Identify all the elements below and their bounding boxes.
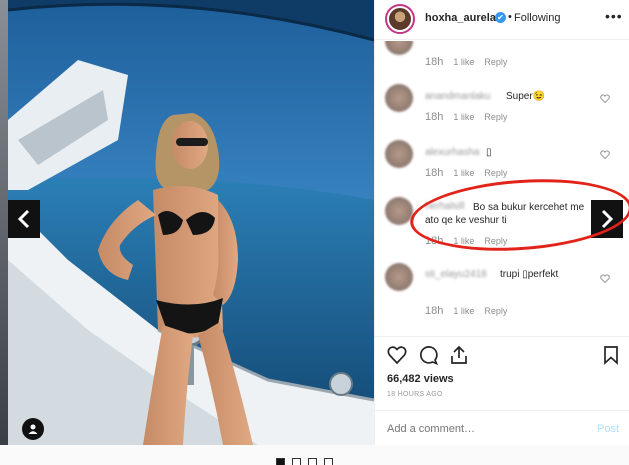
commenter-avatar[interactable] <box>385 140 413 168</box>
commenter-name[interactable]: alexurhasha <box>425 147 479 158</box>
username-link[interactable]: hoxha_aurela <box>425 12 496 24</box>
comment-likes[interactable]: 1 like <box>453 112 474 122</box>
add-comment-bar: Post <box>375 410 629 445</box>
comment-likes[interactable]: 1 like <box>453 306 474 316</box>
comment-input[interactable] <box>387 423 577 435</box>
view-count[interactable]: 66,482 views <box>387 373 454 385</box>
commenter-avatar[interactable] <box>385 263 413 291</box>
reply-link[interactable]: Reply <box>484 57 507 67</box>
following-button[interactable]: Following <box>514 12 560 24</box>
reply-link[interactable]: Reply <box>484 306 507 316</box>
comment-text: ▯ <box>486 147 492 158</box>
carousel-dot[interactable] <box>308 458 317 465</box>
reply-link[interactable]: Reply <box>484 168 507 178</box>
commenter-avatar[interactable] <box>385 84 413 112</box>
commenter-name[interactable]: anandmanlaku <box>425 91 491 102</box>
person-icon <box>28 424 38 434</box>
comment-text: trupi ▯perfekt <box>500 269 559 280</box>
bookmark-icon[interactable] <box>601 345 621 365</box>
carousel-dot[interactable] <box>276 458 285 465</box>
verified-badge-icon: ✔ <box>495 12 506 23</box>
carousel-dot[interactable] <box>292 458 301 465</box>
comment-meta: 18h 1 like Reply <box>425 305 517 317</box>
background-strip <box>0 0 8 445</box>
commenter-avatar[interactable] <box>385 41 413 55</box>
carousel-dot[interactable] <box>324 458 333 465</box>
post-comment-button[interactable]: Post <box>597 423 619 435</box>
previous-button[interactable] <box>8 200 40 238</box>
action-bar: 66,482 views 18 HOURS AGO <box>375 336 629 406</box>
commenter-avatar[interactable] <box>385 197 413 225</box>
photo-scene <box>8 0 374 445</box>
comment-time: 18h <box>425 111 444 123</box>
comment-time: 18h <box>425 305 444 317</box>
comment-time: 18h <box>425 56 444 68</box>
comment-likes[interactable]: 1 like <box>453 57 474 67</box>
reply-link[interactable]: Reply <box>484 112 507 122</box>
comment-time: 18h <box>425 167 444 179</box>
comment-meta: 18h 1 like Reply <box>425 167 517 179</box>
more-options-icon[interactable]: ••• <box>605 8 623 24</box>
like-heart-icon[interactable] <box>600 274 610 283</box>
comment-meta: 18h 1 like Reply <box>425 111 517 123</box>
tagged-users-button[interactable] <box>22 418 44 440</box>
share-icon[interactable] <box>449 345 469 365</box>
post-photo[interactable] <box>8 0 374 445</box>
separator: • <box>508 11 512 23</box>
avatar[interactable] <box>385 4 415 34</box>
comment-bubble-icon[interactable] <box>418 345 438 365</box>
comment-text: Super😉 <box>506 91 546 102</box>
timestamp: 18 HOURS AGO <box>387 391 443 398</box>
instagram-post-view: hoxha_aurela ✔ • Following ••• 18h 1 like… <box>0 0 629 465</box>
like-heart-icon[interactable] <box>387 345 407 365</box>
comment-meta: 18h 1 like Reply <box>425 56 517 68</box>
post-header: hoxha_aurela ✔ • Following ••• <box>375 0 629 40</box>
carousel-indicator <box>276 458 333 465</box>
like-heart-icon[interactable] <box>600 94 610 103</box>
like-heart-icon[interactable] <box>600 150 610 159</box>
chevron-left-icon <box>17 209 30 229</box>
comment-likes[interactable]: 1 like <box>453 168 474 178</box>
commenter-name[interactable]: sti_elayu2418 <box>425 269 487 280</box>
